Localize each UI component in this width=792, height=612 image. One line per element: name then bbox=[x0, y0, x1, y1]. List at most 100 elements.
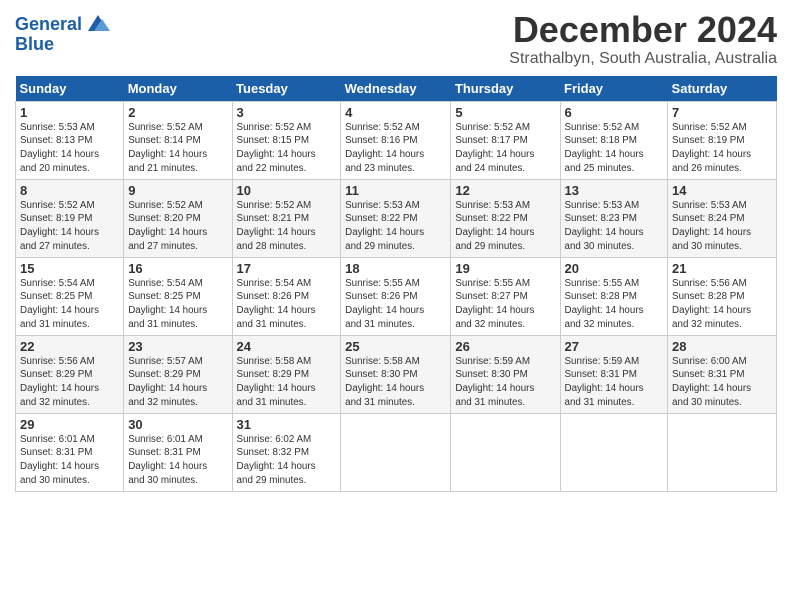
table-cell: 6Sunrise: 5:52 AM Sunset: 8:18 PM Daylig… bbox=[560, 101, 668, 179]
calendar-row: 15Sunrise: 5:54 AM Sunset: 8:25 PM Dayli… bbox=[16, 257, 777, 335]
day-number: 14 bbox=[672, 183, 772, 198]
col-tuesday: Tuesday bbox=[232, 76, 341, 102]
day-info: Sunrise: 5:55 AM Sunset: 8:27 PM Dayligh… bbox=[455, 277, 555, 332]
table-cell: 20Sunrise: 5:55 AM Sunset: 8:28 PM Dayli… bbox=[560, 257, 668, 335]
day-number: 24 bbox=[237, 339, 337, 354]
day-info: Sunrise: 5:59 AM Sunset: 8:31 PM Dayligh… bbox=[565, 355, 664, 410]
table-cell: 10Sunrise: 5:52 AM Sunset: 8:21 PM Dayli… bbox=[232, 179, 341, 257]
day-number: 8 bbox=[20, 183, 119, 198]
day-info: Sunrise: 6:01 AM Sunset: 8:31 PM Dayligh… bbox=[128, 433, 227, 488]
month-title: December 2024 bbox=[509, 10, 777, 50]
day-number: 10 bbox=[237, 183, 337, 198]
day-number: 27 bbox=[565, 339, 664, 354]
table-cell: 4Sunrise: 5:52 AM Sunset: 8:16 PM Daylig… bbox=[341, 101, 451, 179]
day-info: Sunrise: 5:54 AM Sunset: 8:25 PM Dayligh… bbox=[20, 277, 119, 332]
table-cell: 18Sunrise: 5:55 AM Sunset: 8:26 PM Dayli… bbox=[341, 257, 451, 335]
col-monday: Monday bbox=[124, 76, 232, 102]
table-cell: 16Sunrise: 5:54 AM Sunset: 8:25 PM Dayli… bbox=[124, 257, 232, 335]
day-info: Sunrise: 5:52 AM Sunset: 8:14 PM Dayligh… bbox=[128, 121, 227, 176]
table-cell: 19Sunrise: 5:55 AM Sunset: 8:27 PM Dayli… bbox=[451, 257, 560, 335]
calendar-header-row: Sunday Monday Tuesday Wednesday Thursday… bbox=[16, 76, 777, 102]
col-wednesday: Wednesday bbox=[341, 76, 451, 102]
col-friday: Friday bbox=[560, 76, 668, 102]
table-cell: 15Sunrise: 5:54 AM Sunset: 8:25 PM Dayli… bbox=[16, 257, 124, 335]
table-cell: 31Sunrise: 6:02 AM Sunset: 8:32 PM Dayli… bbox=[232, 413, 341, 491]
day-number: 15 bbox=[20, 261, 119, 276]
location: Strathalbyn, South Australia, Australia bbox=[509, 50, 777, 68]
day-number: 6 bbox=[565, 105, 664, 120]
day-number: 29 bbox=[20, 417, 119, 432]
page-container: General Blue December 2024 Strathalbyn, … bbox=[0, 0, 792, 497]
day-info: Sunrise: 5:53 AM Sunset: 8:22 PM Dayligh… bbox=[455, 199, 555, 254]
calendar-table: Sunday Monday Tuesday Wednesday Thursday… bbox=[15, 76, 777, 492]
day-number: 1 bbox=[20, 105, 119, 120]
day-number: 16 bbox=[128, 261, 227, 276]
day-number: 20 bbox=[565, 261, 664, 276]
day-info: Sunrise: 5:54 AM Sunset: 8:26 PM Dayligh… bbox=[237, 277, 337, 332]
table-cell: 5Sunrise: 5:52 AM Sunset: 8:17 PM Daylig… bbox=[451, 101, 560, 179]
day-number: 7 bbox=[672, 105, 772, 120]
table-cell: 24Sunrise: 5:58 AM Sunset: 8:29 PM Dayli… bbox=[232, 335, 341, 413]
day-info: Sunrise: 5:53 AM Sunset: 8:24 PM Dayligh… bbox=[672, 199, 772, 254]
table-cell bbox=[341, 413, 451, 491]
table-cell: 8Sunrise: 5:52 AM Sunset: 8:19 PM Daylig… bbox=[16, 179, 124, 257]
day-number: 23 bbox=[128, 339, 227, 354]
day-number: 3 bbox=[237, 105, 337, 120]
table-cell: 2Sunrise: 5:52 AM Sunset: 8:14 PM Daylig… bbox=[124, 101, 232, 179]
day-info: Sunrise: 5:52 AM Sunset: 8:16 PM Dayligh… bbox=[345, 121, 446, 176]
day-number: 17 bbox=[237, 261, 337, 276]
logo-text2: Blue bbox=[15, 34, 54, 54]
day-info: Sunrise: 5:52 AM Sunset: 8:19 PM Dayligh… bbox=[672, 121, 772, 176]
table-cell: 3Sunrise: 5:52 AM Sunset: 8:15 PM Daylig… bbox=[232, 101, 341, 179]
day-info: Sunrise: 5:58 AM Sunset: 8:30 PM Dayligh… bbox=[345, 355, 446, 410]
table-cell: 17Sunrise: 5:54 AM Sunset: 8:26 PM Dayli… bbox=[232, 257, 341, 335]
table-cell: 30Sunrise: 6:01 AM Sunset: 8:31 PM Dayli… bbox=[124, 413, 232, 491]
table-cell: 28Sunrise: 6:00 AM Sunset: 8:31 PM Dayli… bbox=[668, 335, 777, 413]
day-number: 22 bbox=[20, 339, 119, 354]
logo-icon bbox=[84, 13, 112, 33]
col-saturday: Saturday bbox=[668, 76, 777, 102]
day-number: 28 bbox=[672, 339, 772, 354]
logo-text: General bbox=[15, 15, 82, 35]
calendar-row: 8Sunrise: 5:52 AM Sunset: 8:19 PM Daylig… bbox=[16, 179, 777, 257]
day-info: Sunrise: 6:02 AM Sunset: 8:32 PM Dayligh… bbox=[237, 433, 337, 488]
day-number: 30 bbox=[128, 417, 227, 432]
table-cell: 21Sunrise: 5:56 AM Sunset: 8:28 PM Dayli… bbox=[668, 257, 777, 335]
table-cell: 26Sunrise: 5:59 AM Sunset: 8:30 PM Dayli… bbox=[451, 335, 560, 413]
table-cell: 14Sunrise: 5:53 AM Sunset: 8:24 PM Dayli… bbox=[668, 179, 777, 257]
day-number: 11 bbox=[345, 183, 446, 198]
day-number: 26 bbox=[455, 339, 555, 354]
day-info: Sunrise: 5:52 AM Sunset: 8:19 PM Dayligh… bbox=[20, 199, 119, 254]
day-info: Sunrise: 5:52 AM Sunset: 8:21 PM Dayligh… bbox=[237, 199, 337, 254]
day-number: 31 bbox=[237, 417, 337, 432]
table-cell: 12Sunrise: 5:53 AM Sunset: 8:22 PM Dayli… bbox=[451, 179, 560, 257]
header: General Blue December 2024 Strathalbyn, … bbox=[15, 10, 777, 68]
day-number: 9 bbox=[128, 183, 227, 198]
calendar-row: 22Sunrise: 5:56 AM Sunset: 8:29 PM Dayli… bbox=[16, 335, 777, 413]
day-number: 18 bbox=[345, 261, 446, 276]
table-cell bbox=[668, 413, 777, 491]
day-info: Sunrise: 5:57 AM Sunset: 8:29 PM Dayligh… bbox=[128, 355, 227, 410]
day-info: Sunrise: 5:58 AM Sunset: 8:29 PM Dayligh… bbox=[237, 355, 337, 410]
table-cell: 22Sunrise: 5:56 AM Sunset: 8:29 PM Dayli… bbox=[16, 335, 124, 413]
day-number: 21 bbox=[672, 261, 772, 276]
day-info: Sunrise: 5:53 AM Sunset: 8:23 PM Dayligh… bbox=[565, 199, 664, 254]
col-thursday: Thursday bbox=[451, 76, 560, 102]
day-info: Sunrise: 6:00 AM Sunset: 8:31 PM Dayligh… bbox=[672, 355, 772, 410]
day-info: Sunrise: 5:52 AM Sunset: 8:18 PM Dayligh… bbox=[565, 121, 664, 176]
table-cell: 1Sunrise: 5:53 AM Sunset: 8:13 PM Daylig… bbox=[16, 101, 124, 179]
table-cell: 13Sunrise: 5:53 AM Sunset: 8:23 PM Dayli… bbox=[560, 179, 668, 257]
table-cell bbox=[560, 413, 668, 491]
day-info: Sunrise: 5:53 AM Sunset: 8:22 PM Dayligh… bbox=[345, 199, 446, 254]
table-cell: 7Sunrise: 5:52 AM Sunset: 8:19 PM Daylig… bbox=[668, 101, 777, 179]
title-area: December 2024 Strathalbyn, South Austral… bbox=[509, 10, 777, 68]
day-info: Sunrise: 5:59 AM Sunset: 8:30 PM Dayligh… bbox=[455, 355, 555, 410]
day-number: 2 bbox=[128, 105, 227, 120]
day-info: Sunrise: 5:55 AM Sunset: 8:28 PM Dayligh… bbox=[565, 277, 664, 332]
day-info: Sunrise: 5:52 AM Sunset: 8:17 PM Dayligh… bbox=[455, 121, 555, 176]
day-number: 4 bbox=[345, 105, 446, 120]
table-cell: 29Sunrise: 6:01 AM Sunset: 8:31 PM Dayli… bbox=[16, 413, 124, 491]
day-info: Sunrise: 5:56 AM Sunset: 8:29 PM Dayligh… bbox=[20, 355, 119, 410]
day-info: Sunrise: 5:52 AM Sunset: 8:20 PM Dayligh… bbox=[128, 199, 227, 254]
table-cell bbox=[451, 413, 560, 491]
